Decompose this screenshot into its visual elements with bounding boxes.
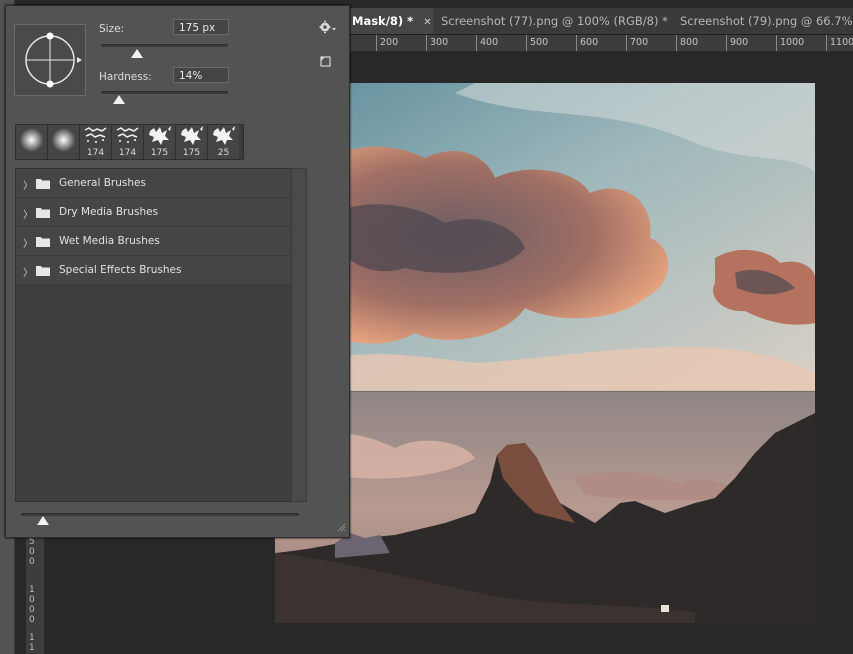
document-tab-bar: Mask/8) * ✕ Screenshot (77).png @ 100% (R… [344,8,853,35]
tab-label: Mask/8) * [352,14,414,28]
ruler-digit: 1 [29,585,35,595]
ruler-digit: 0 [29,547,35,557]
preset-size: 175 [150,148,169,158]
horizontal-ruler: 200 300 400 500 600 700 800 900 1000 110… [344,35,853,52]
brush-folder-list: 〉 General Brushes 〉 Dry Media Brushes 〉 … [15,168,293,502]
folder-special-effects-brushes[interactable]: 〉 Special Effects Brushes [16,256,292,285]
splatter-brush-icon [181,126,203,145]
close-icon[interactable]: ✕ [423,17,431,28]
soft-round-brush-icon [51,128,76,152]
ruler-digit: 1 [29,633,35,643]
recent-brushes-strip: 174 174 175 175 25 [15,124,244,160]
folder-list-scrollbar[interactable] [291,168,307,502]
brush-preset-picker: Size: 175 px Hardness: 14% 174 174 175 1… [5,5,350,538]
folder-dry-media-brushes[interactable]: 〉 Dry Media Brushes [16,198,292,227]
folder-name: Wet Media Brushes [59,235,160,247]
ruler-tick: 800 [676,35,698,51]
folder-name: Dry Media Brushes [59,206,159,218]
folder-icon [36,208,50,218]
ruler-tick: 600 [576,35,598,51]
ruler-tick: 1100 [826,35,853,51]
folder-wet-media-brushes[interactable]: 〉 Wet Media Brushes [16,227,292,256]
splatter-brush-icon [213,126,235,145]
gear-icon[interactable] [319,20,337,37]
preset-soft-round[interactable] [16,125,48,159]
new-preset-icon[interactable] [320,56,332,71]
folder-general-brushes[interactable]: 〉 General Brushes [16,169,292,198]
tab-screenshot-79[interactable]: Screenshot (79).png @ 66.7% (RGB [672,8,853,34]
ruler-digit: 0 [29,595,35,605]
document-canvas[interactable] [275,83,815,623]
size-slider-thumb[interactable] [130,49,143,58]
scatter-brush-icon [116,127,139,143]
ruler-digit: 0 [29,557,35,567]
tab-label: Screenshot (77).png @ 100% (RGB/8) * [441,14,668,28]
preview-size-slider-thumb[interactable] [37,516,50,525]
folder-icon [36,179,50,189]
ruler-tick: 700 [626,35,648,51]
hardness-field[interactable]: 14% [173,67,229,83]
vertical-ruler: 5 0 0 1 0 0 0 1 1 [26,535,45,654]
hardness-label: Hardness: [99,71,152,83]
ruler-tick: 500 [526,35,548,51]
size-field[interactable]: 175 px [173,19,229,35]
ruler-digit: 0 [29,605,35,615]
hardness-slider-thumb[interactable] [112,95,125,104]
tab-screenshot-77[interactable]: Screenshot (77).png @ 100% (RGB/8) *✕ [433,8,696,34]
preset-splatter-175[interactable]: 175 [144,125,176,159]
splatter-brush-icon [149,126,171,145]
folder-name: General Brushes [59,177,146,189]
ruler-tick: 200 [376,35,398,51]
brush-tip-preview[interactable] [14,24,86,96]
chevron-right-icon[interactable]: 〉 [23,206,33,221]
preset-size: 175 [182,148,201,158]
folder-icon [36,266,50,276]
chevron-right-icon[interactable]: 〉 [23,264,33,279]
preset-soft-round[interactable] [48,125,80,159]
size-label: Size: [99,23,125,35]
hardness-slider-track[interactable] [101,91,228,94]
folder-name: Special Effects Brushes [59,264,182,276]
chevron-right-icon[interactable]: 〉 [23,177,33,192]
folder-icon [36,237,50,247]
preset-scatter-174[interactable]: 174 [112,125,144,159]
preset-size: 25 [217,148,230,158]
tab-label: Screenshot (79).png @ 66.7% (RGB [680,14,853,28]
ruler-tick: 400 [476,35,498,51]
scatter-brush-icon [84,127,107,143]
chevron-right-icon[interactable]: 〉 [23,235,33,250]
ruler-digit: 5 [29,537,35,547]
preview-size-slider-track[interactable] [21,513,299,516]
ruler-digit: 1 [29,643,35,653]
ruler-tick: 1000 [776,35,804,51]
preset-size: 174 [118,148,137,158]
landscape-photo [275,83,815,623]
soft-round-brush-icon [19,128,44,152]
brush-angle-icon [25,32,82,88]
ruler-tick: 900 [726,35,748,51]
preset-splatter-175[interactable]: 175 [176,125,208,159]
tab-mask-document[interactable]: Mask/8) * ✕ [344,8,441,34]
size-slider-track[interactable] [101,44,228,47]
preset-scatter-174[interactable]: 174 [80,125,112,159]
preset-splatter-25[interactable]: 25 [208,125,239,159]
resize-grip-icon[interactable] [336,522,346,535]
ruler-digit: 0 [29,615,35,625]
preset-size: 174 [86,148,105,158]
ruler-tick: 300 [426,35,448,51]
